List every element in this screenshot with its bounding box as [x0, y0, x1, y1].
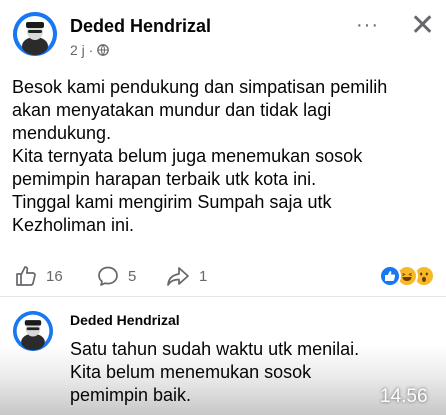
comment-count: 5: [128, 267, 137, 285]
post-text-line: Tinggal kami mengirim Sumpah saja utk: [12, 192, 332, 212]
globe-icon: [97, 44, 110, 56]
commenter-avatar[interactable]: [13, 311, 53, 351]
share-count: 1: [199, 267, 208, 285]
author-name[interactable]: Deded Hendrizal: [70, 16, 211, 37]
comment-text-line: Kita belum menemukan sosok: [70, 362, 312, 382]
post-time[interactable]: 2 j ·: [70, 42, 93, 58]
comment-text-line: Satu tahun sudah waktu utk menilai.: [70, 339, 360, 359]
like-icon: [379, 265, 401, 287]
share-arrow-icon: [167, 267, 189, 286]
post-text-line: Besok kami pendukung dan simpatisan pemi…: [12, 77, 388, 97]
share-button[interactable]: 1: [165, 264, 207, 288]
avatar-image: [13, 311, 53, 351]
post-text-line: akan menyatakan mundur dan tidak lagi: [12, 100, 332, 120]
close-button[interactable]: ✕: [410, 11, 435, 41]
reaction-summary[interactable]: [379, 265, 439, 287]
post-meta: 2 j ·: [70, 42, 110, 58]
like-count: 16: [46, 267, 63, 285]
comment-text-line: pemimpin baik.: [70, 385, 192, 405]
avatar-image: [13, 12, 57, 56]
post-text-line: Kezholiman ini.: [12, 215, 135, 235]
thumbs-up-icon: [16, 266, 36, 286]
commenter-name[interactable]: Deded Hendrizal: [70, 312, 180, 328]
divider: [0, 296, 446, 297]
clock-time: 14.56: [380, 386, 428, 407]
like-button[interactable]: 16: [14, 264, 63, 288]
comment-button[interactable]: 5: [96, 264, 136, 288]
post-text-line: Kita ternyata belum juga menemukan sosok: [12, 146, 363, 166]
more-options-button[interactable]: ···: [356, 14, 379, 37]
post-text-line: pemimpin harapan terbaik utk kota ini.: [12, 169, 317, 189]
post-text-line: mendukung.: [12, 123, 112, 143]
post-text: Besok kami pendukung dan simpatisan pemi…: [12, 76, 440, 237]
comment-bubble-icon: [98, 266, 118, 286]
author-avatar[interactable]: [13, 12, 57, 56]
comment-text: Satu tahun sudah waktu utk menilai. Kita…: [70, 338, 359, 407]
